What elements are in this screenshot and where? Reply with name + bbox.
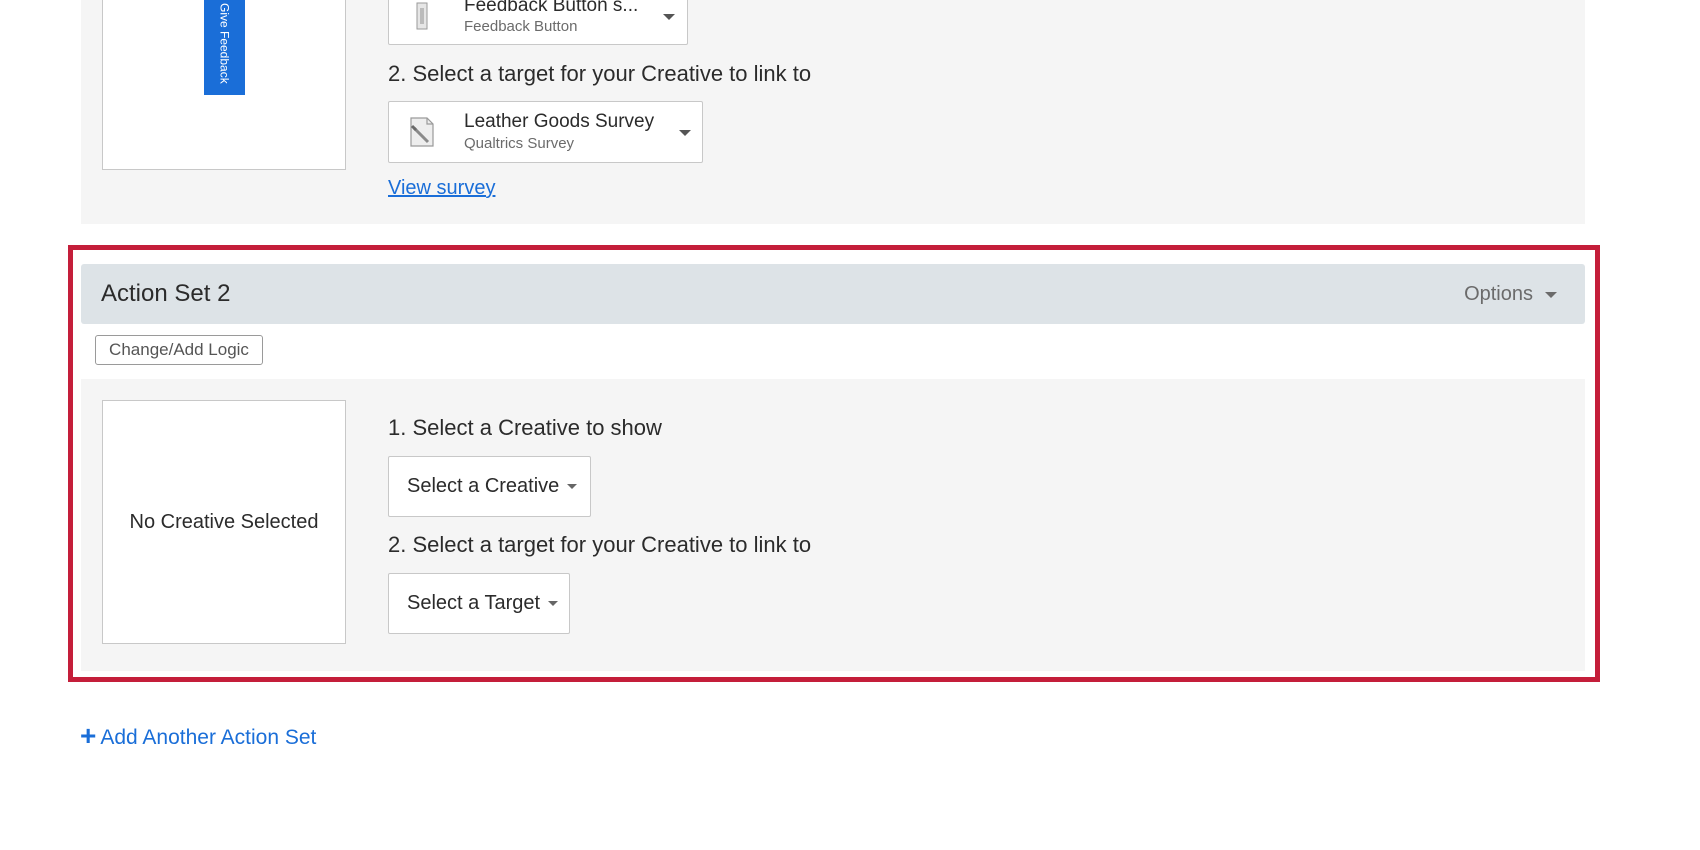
- target-dropdown[interactable]: Leather Goods Survey Qualtrics Survey: [388, 101, 703, 163]
- add-action-set-link[interactable]: + Add Another Action Set: [80, 720, 317, 751]
- step1-label: 1. Select a Creative to show: [388, 415, 662, 440]
- chevron-down-icon: [1545, 291, 1557, 298]
- feedback-tab-text: Give Feedback: [217, 2, 232, 84]
- creative-dropdown-title: Feedback Button s...: [464, 0, 639, 16]
- feedback-button-icon: [416, 2, 428, 30]
- creative-dropdown[interactable]: Feedback Button s... Feedback Button: [388, 0, 688, 45]
- survey-pencil-icon: [410, 117, 434, 147]
- select-target-dropdown[interactable]: Select a Target: [388, 573, 570, 634]
- step2-label: 2. Select a target for your Creative to …: [388, 61, 812, 86]
- creative-preview: No Creative Selected: [102, 400, 346, 644]
- creative-preview: Give Feedback: [102, 0, 346, 170]
- action-set-title: Action Set 2: [101, 280, 231, 307]
- view-survey-link[interactable]: View survey: [388, 177, 495, 200]
- chevron-down-icon: [548, 601, 559, 606]
- plus-icon: +: [80, 720, 97, 751]
- options-label: Options: [1464, 283, 1533, 305]
- action-set-2-panel: No Creative Selected 1. Select a Creativ…: [81, 379, 1585, 671]
- action-set-2-header: Action Set 2 Options: [81, 264, 1585, 324]
- add-action-set-label: Add Another Action Set: [100, 725, 317, 749]
- chevron-down-icon: [663, 14, 675, 20]
- creative-dropdown-subtitle: Feedback Button: [464, 18, 578, 35]
- chevron-down-icon: [679, 130, 691, 136]
- change-add-logic-button[interactable]: Change/Add Logic: [95, 335, 263, 365]
- select-creative-dropdown[interactable]: Select a Creative: [388, 456, 591, 517]
- target-dropdown-title: Leather Goods Survey: [464, 111, 655, 132]
- select-target-label: Select a Target: [407, 592, 541, 614]
- action-set-1-panel: Give Feedback Feedback Button s... Feedb…: [81, 0, 1585, 224]
- step2-label: 2. Select a target for your Creative to …: [388, 532, 812, 557]
- chevron-down-icon: [567, 484, 578, 489]
- select-creative-label: Select a Creative: [407, 475, 560, 497]
- target-dropdown-subtitle: Qualtrics Survey: [464, 135, 575, 152]
- feedback-tab-preview: Give Feedback: [204, 0, 245, 95]
- no-creative-text: No Creative Selected: [129, 510, 319, 533]
- options-dropdown[interactable]: Options: [1464, 283, 1557, 306]
